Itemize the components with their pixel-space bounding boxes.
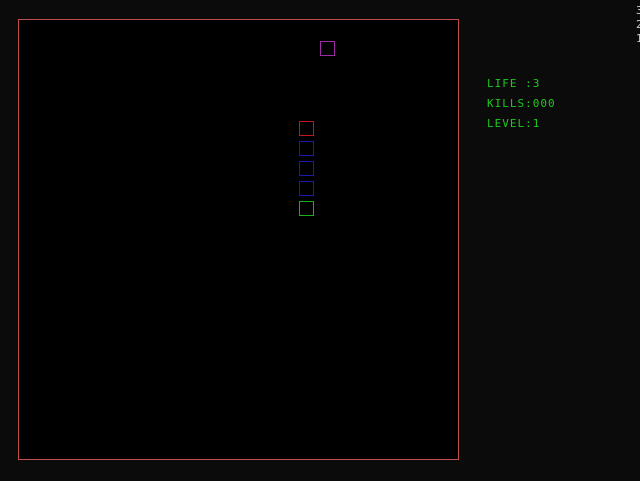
snake-body-square-icon bbox=[299, 141, 314, 156]
edge-glyph: 1 bbox=[636, 32, 640, 45]
snake-head-square-icon bbox=[299, 121, 314, 136]
snake-body-square-icon bbox=[299, 161, 314, 176]
kills-counter: KILLS:000 bbox=[487, 97, 556, 110]
edge-glyph: 2 bbox=[636, 18, 640, 31]
game-window: LIFE :3 KILLS:000 LEVEL:1 3 2 1 bbox=[0, 0, 640, 481]
edge-glyph: 3 bbox=[636, 4, 640, 17]
snake-body-square-icon bbox=[299, 181, 314, 196]
score-panel: LIFE :3 KILLS:000 LEVEL:1 bbox=[487, 74, 627, 134]
play-field[interactable] bbox=[18, 19, 459, 460]
level-indicator: LEVEL:1 bbox=[487, 117, 541, 130]
edge-clipped-text: 3 2 1 bbox=[636, 4, 640, 46]
life-counter: LIFE :3 bbox=[487, 77, 541, 90]
food-square-icon bbox=[320, 41, 335, 56]
snake-tail-square-icon bbox=[299, 201, 314, 216]
